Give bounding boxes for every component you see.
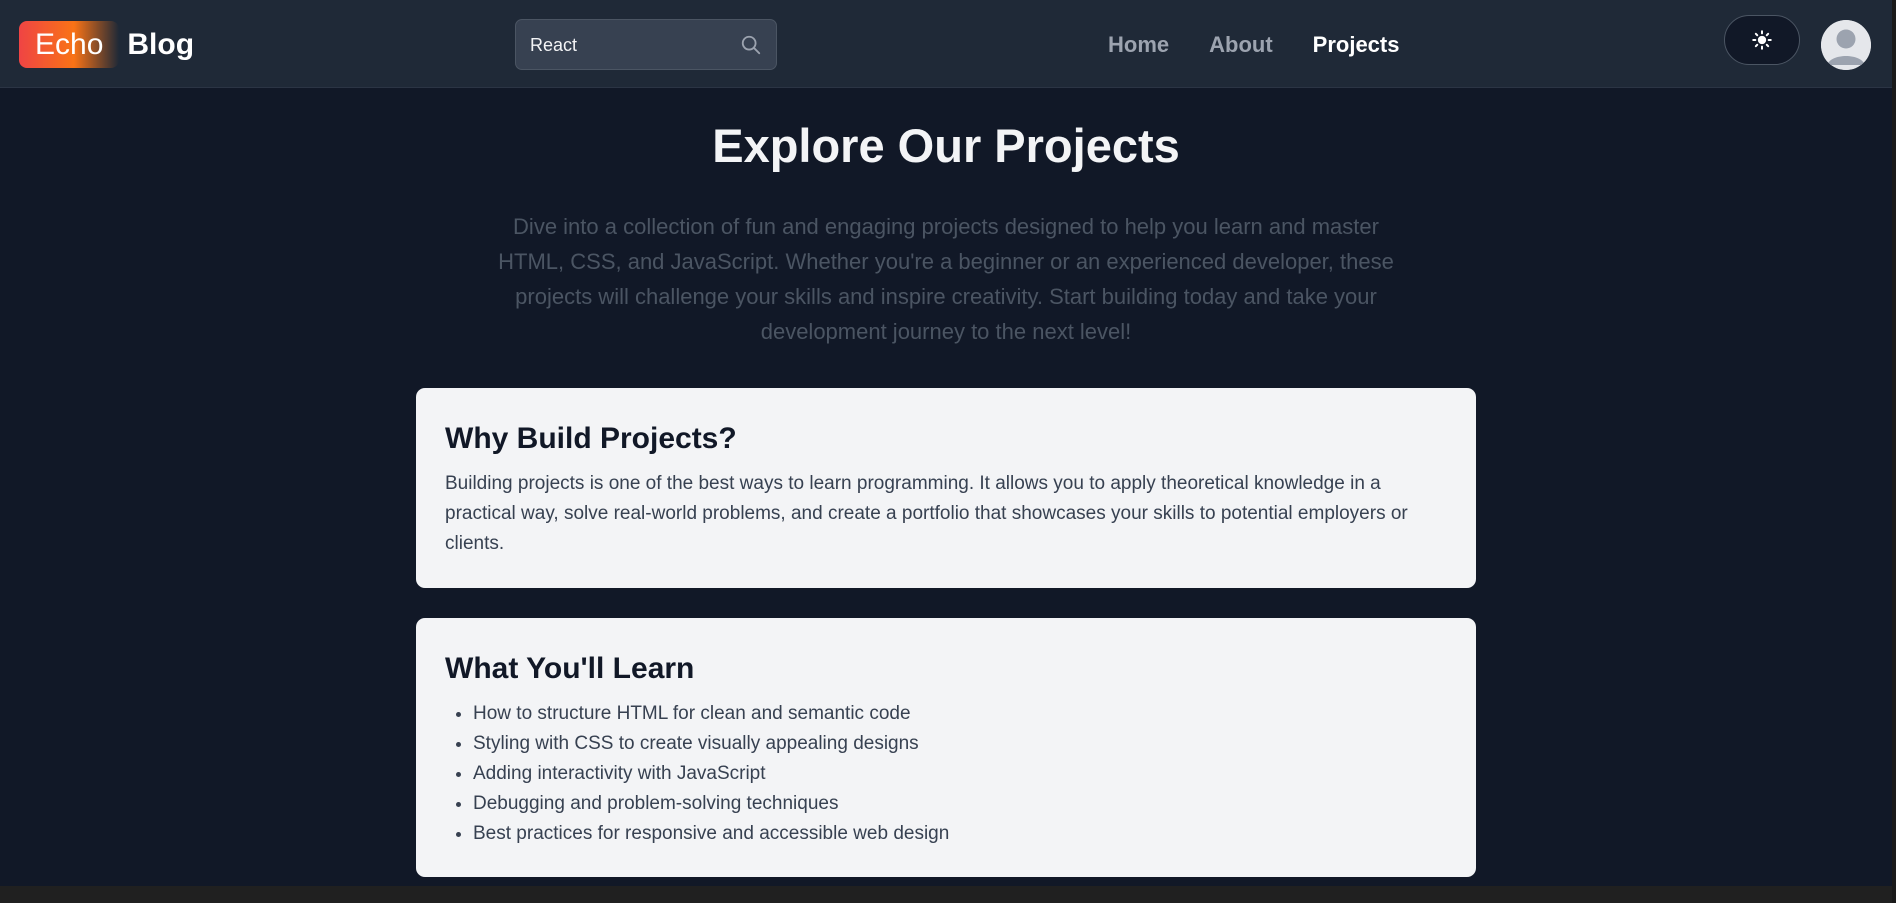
main-content: Explore Our Projects Dive into a collect… <box>0 88 1896 886</box>
what-youll-learn-card: What You'll Learn How to structure HTML … <box>416 618 1476 877</box>
window-edge <box>1892 0 1896 903</box>
list-item: Debugging and problem-solving techniques <box>473 789 1447 819</box>
brand-blog-text: Blog <box>127 27 195 61</box>
why-build-projects-card: Why Build Projects? Building projects is… <box>416 388 1476 588</box>
main-nav: Home About Projects <box>1108 28 1439 62</box>
list-item: Adding interactivity with JavaScript <box>473 759 1447 789</box>
navbar: Echo Blog Home About Projects <box>0 0 1896 88</box>
card-title: What You'll Learn <box>445 652 695 685</box>
sun-icon <box>1752 30 1772 50</box>
search-icon[interactable] <box>740 34 762 56</box>
bottom-strip <box>0 886 1896 903</box>
nav-link-projects[interactable]: Projects <box>1313 32 1400 58</box>
list-item: Styling with CSS to create visually appe… <box>473 729 1447 759</box>
page-title: Explore Our Projects <box>712 119 1180 172</box>
user-avatar[interactable] <box>1821 20 1871 70</box>
list-item: How to structure HTML for clean and sema… <box>473 699 1447 729</box>
page-intro: Dive into a collection of fun and engagi… <box>498 214 1394 344</box>
search-input[interactable] <box>528 20 732 71</box>
card-title: Why Build Projects? <box>445 422 737 455</box>
theme-toggle-button[interactable] <box>1724 15 1800 65</box>
search-box <box>515 19 777 71</box>
nav-link-home[interactable]: Home <box>1108 32 1169 58</box>
card-body: Building projects is one of the best way… <box>445 473 1408 554</box>
brand-logo[interactable]: Echo Blog <box>19 21 194 68</box>
list-item: Best practices for responsive and access… <box>473 819 1447 849</box>
brand-echo-badge: Echo <box>19 21 120 68</box>
nav-link-about[interactable]: About <box>1209 32 1273 58</box>
user-avatar-icon <box>1821 20 1871 70</box>
learning-list: How to structure HTML for clean and sema… <box>445 699 1447 849</box>
